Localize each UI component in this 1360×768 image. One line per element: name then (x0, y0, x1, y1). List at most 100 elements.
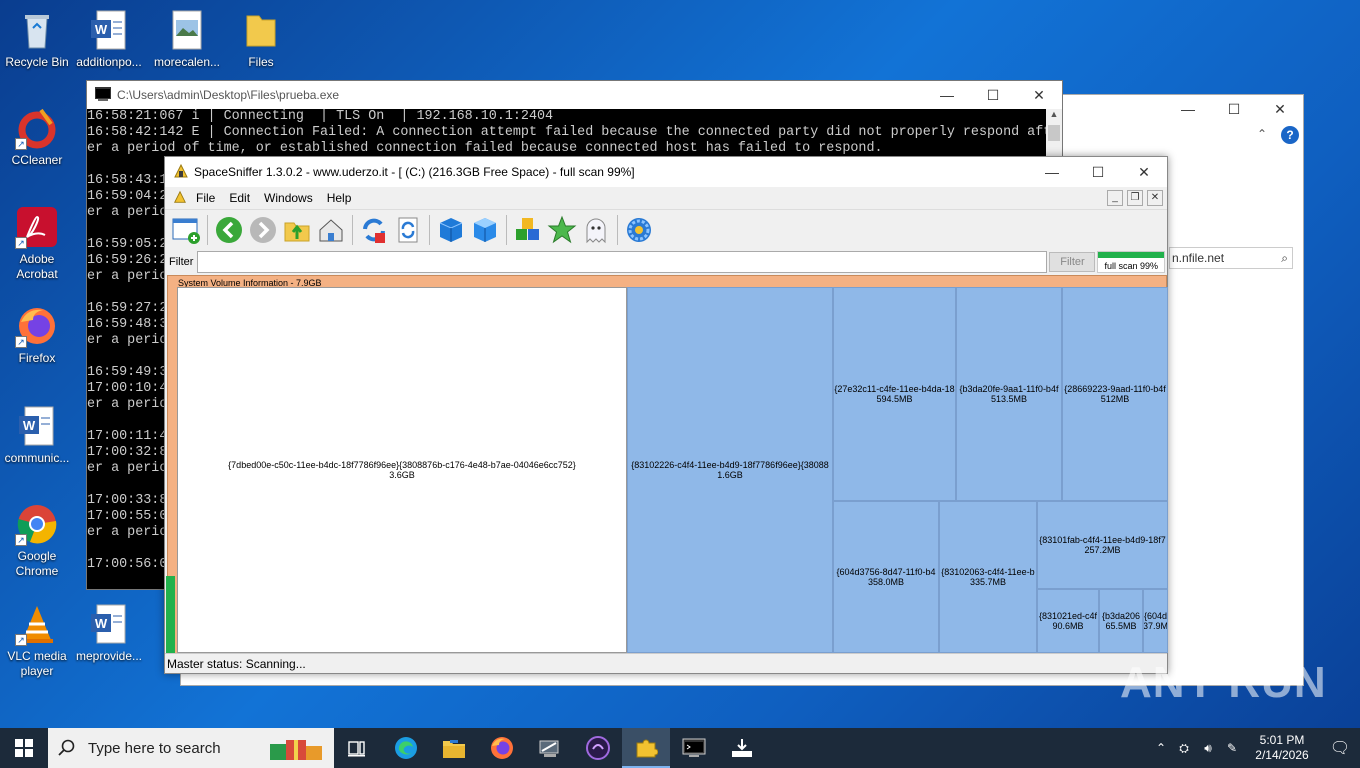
help-icon[interactable]: ? (1281, 126, 1299, 144)
menu-edit[interactable]: Edit (222, 191, 257, 205)
close-button[interactable]: ✕ (1257, 95, 1303, 123)
taskbar-search-box[interactable]: Type here to search (48, 728, 334, 768)
mdi-close-button[interactable]: ✕ (1147, 190, 1163, 206)
desktop-icon-adobe-acrobat[interactable]: ↗ Adobe Acrobat (0, 205, 74, 282)
treemap-cell[interactable]: {b3da206 65.5MB (1099, 589, 1143, 653)
menu-windows[interactable]: Windows (257, 191, 320, 205)
filter-input[interactable] (197, 251, 1048, 273)
console-line: 16:58:42:142 E | Connection Failed: A co… (87, 125, 1046, 140)
minimize-button[interactable]: — (924, 81, 970, 109)
collapse-ribbon-icon[interactable]: ⌃ (1257, 127, 1267, 141)
settings-button[interactable] (622, 213, 656, 247)
treemap-cell-size: 1.6GB (717, 470, 743, 480)
taskbar-app-network[interactable] (526, 728, 574, 768)
mdi-minimize-button[interactable]: _ (1107, 190, 1123, 206)
star-icon (547, 215, 577, 243)
desktop-icon-google-chrome[interactable]: ↗ Google Chrome (0, 502, 74, 579)
treemap[interactable]: System Volume Information - 7.9GB {7dbed… (166, 275, 1168, 655)
notification-icon[interactable]: 🗨︎ (1320, 738, 1360, 758)
search-icon (58, 739, 75, 756)
up-folder-button[interactable] (280, 213, 314, 247)
tray-input-icon[interactable]: ✎ (1220, 741, 1244, 755)
treemap-cell[interactable]: {b3da20fe-9aa1-11f0-b4f 513.5MB (956, 287, 1062, 501)
tray-volume-icon[interactable]: 🔊︎ (1196, 741, 1220, 756)
menu-help[interactable]: Help (320, 191, 359, 205)
treemap-cell[interactable]: {27e32c11-c4fe-11ee-b4da-18 594.5MB (833, 287, 956, 501)
new-view-button[interactable] (169, 213, 203, 247)
home-icon (319, 218, 343, 241)
treemap-cell[interactable]: {28669223-9aad-11f0-b4f 512MB (1062, 287, 1168, 501)
scroll-thumb[interactable] (1048, 125, 1060, 141)
shortcut-arrow-icon: ↗ (15, 336, 27, 348)
start-button[interactable] (0, 728, 48, 768)
spacesniffer-window[interactable]: SpaceSniffer 1.3.0.2 - www.uderzo.it - [… (164, 156, 1168, 674)
desktop-icon-recycle-bin[interactable]: Recycle Bin (0, 8, 74, 70)
treemap-cell[interactable]: {83102063-c4f4-11ee-b 335.7MB (939, 501, 1037, 653)
depth-decrease-button[interactable] (434, 213, 468, 247)
treemap-cell[interactable]: {604d3756-8d47-11f0-b4 358.0MB (833, 501, 939, 653)
ss-menubar: File Edit Windows Help _ ❐ ✕ (165, 187, 1167, 209)
taskbar-edge[interactable] (382, 728, 430, 768)
treemap-cell[interactable]: {604d 37.9M (1143, 589, 1168, 653)
close-button[interactable]: ✕ (1121, 158, 1167, 186)
treemap-cell[interactable]: {7dbed00e-c50c-11ee-b4dc-18f7786f96ee}{3… (177, 287, 627, 653)
taskbar-firefox[interactable] (478, 728, 526, 768)
desktop-icon-ccleaner[interactable]: ↗ CCleaner (0, 106, 74, 168)
shortcut-arrow-icon: ↗ (15, 237, 27, 249)
network-tool-icon (539, 740, 559, 757)
purple-circle-app-icon (586, 736, 610, 760)
taskbar-clock[interactable]: 5:01 PM 2/14/2026 (1244, 733, 1320, 763)
taskbar-installer[interactable] (718, 728, 766, 768)
word-document-icon: W (87, 8, 131, 52)
clock-date: 2/14/2026 (1255, 748, 1309, 762)
desktop-icon-vlc[interactable]: ↗ VLC media player (0, 602, 74, 679)
depth-increase-button[interactable] (468, 213, 502, 247)
menu-file[interactable]: File (189, 191, 222, 205)
close-button[interactable]: ✕ (1016, 81, 1062, 109)
taskbar-spacesniffer[interactable] (622, 728, 670, 768)
taskbar-console[interactable] (670, 728, 718, 768)
favorites-button[interactable] (545, 213, 579, 247)
refresh-button[interactable] (357, 213, 391, 247)
treemap-cell[interactable]: {831021ed-c4f 90.6MB (1037, 589, 1099, 653)
maximize-button[interactable]: ☐ (1075, 158, 1121, 186)
tray-chevron-up-icon[interactable]: ⌃ (1150, 741, 1172, 755)
taskbar-file-explorer[interactable] (430, 728, 478, 768)
refresh-view-button[interactable] (391, 213, 425, 247)
task-view-icon (348, 741, 365, 757)
anyrun-watermark: ANY RUN (1120, 658, 1327, 707)
forward-button[interactable] (246, 213, 280, 247)
console-titlebar[interactable]: C:\Users\admin\Desktop\Files\prueba.exe … (87, 81, 1062, 109)
minimize-button[interactable]: — (1029, 158, 1075, 186)
desktop-icon-morecalen[interactable]: morecalen... (150, 8, 224, 70)
mdi-restore-button[interactable]: ❐ (1127, 190, 1143, 206)
maximize-button[interactable]: ☐ (1211, 95, 1257, 123)
desktop-icon-communic[interactable]: W communic... (0, 404, 74, 466)
filter-blocks-button[interactable] (511, 213, 545, 247)
taskbar-app-purple[interactable] (574, 728, 622, 768)
back-button[interactable] (212, 213, 246, 247)
task-view-button[interactable] (334, 728, 382, 768)
treemap-cell-size: 37.9M (1143, 621, 1168, 631)
filter-button[interactable]: Filter (1049, 252, 1096, 272)
tray-meet-icon[interactable]: ⛭ (1172, 741, 1196, 756)
scroll-up-icon[interactable]: ▲ (1046, 109, 1062, 125)
gear-flower-icon (627, 217, 651, 242)
bg-search-box[interactable]: n.nfile.net ⌕ (1169, 247, 1293, 269)
cube-icon (439, 217, 463, 242)
maximize-button[interactable]: ☐ (970, 81, 1016, 109)
mdi-child-icon (173, 190, 187, 207)
minimize-button[interactable]: — (1165, 95, 1211, 123)
console-icon (682, 738, 706, 757)
word-document-icon: W (15, 404, 59, 448)
ghost-button[interactable] (579, 213, 613, 247)
treemap-cell-name: {28669223-9aad-11f0-b4f (1064, 384, 1166, 394)
desktop-icon-files[interactable]: Files (224, 8, 298, 70)
desktop-icon-meprovide[interactable]: W meprovide... (72, 602, 146, 664)
treemap-cell[interactable]: {83101fab-c4f4-11ee-b4d9-18f7 257.2MB (1037, 501, 1168, 589)
desktop-icon-additionpo[interactable]: W additionpo... (72, 8, 146, 70)
ss-titlebar[interactable]: SpaceSniffer 1.3.0.2 - www.uderzo.it - [… (165, 157, 1167, 187)
desktop-icon-firefox[interactable]: ↗ Firefox (0, 304, 74, 366)
treemap-cell[interactable]: {83102226-c4f4-11ee-b4d9-18f7786f96ee}{3… (627, 287, 833, 653)
home-button[interactable] (314, 213, 348, 247)
